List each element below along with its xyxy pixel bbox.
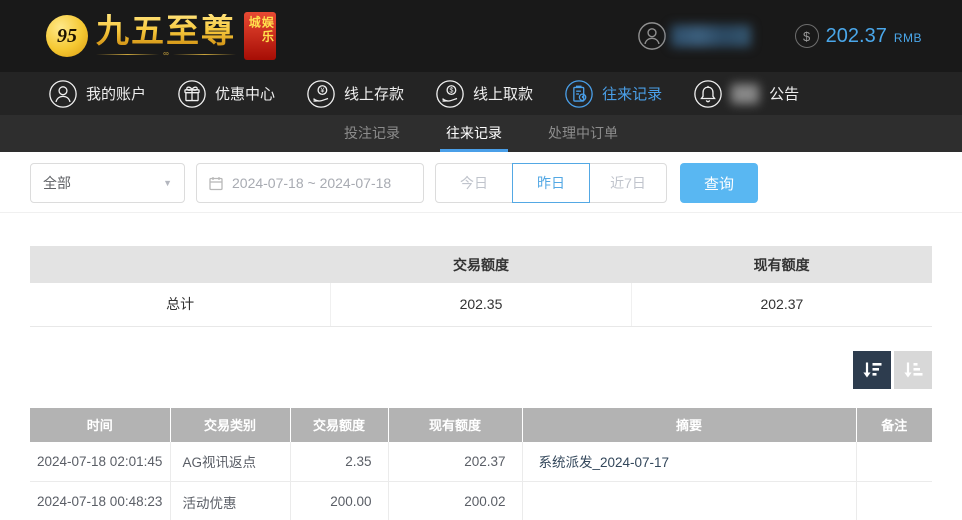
summary-total-row: 总计 202.35 202.37 xyxy=(30,283,932,327)
user-icon xyxy=(49,79,77,108)
nav-item-promotions[interactable]: 优惠中心 xyxy=(177,79,275,109)
records-header-note: 备注 xyxy=(856,407,932,442)
header-right: $ 202.37 RMB xyxy=(637,21,922,51)
user-account[interactable] xyxy=(637,21,751,51)
records-header-amount: 交易额度 xyxy=(290,407,389,442)
nav-label: 往来记录 xyxy=(602,86,663,103)
nav-label: 线上取款 xyxy=(473,86,534,103)
content: 全部 ▼ 2024-07-18 ~ 2024-07-18 今日 昨日 近7日 查… xyxy=(0,152,962,520)
table-row: 2024-07-18 02:01:45 AG视讯返点 2.35 202.37 系… xyxy=(30,441,932,482)
record-summary xyxy=(522,481,857,520)
records-header-type: 交易类别 xyxy=(170,407,291,442)
username-redacted xyxy=(670,25,751,47)
record-amount: 2.35 xyxy=(290,441,389,482)
sort-controls xyxy=(30,350,932,389)
record-summary: 系统派发_2024-07-17 xyxy=(522,441,857,482)
record-balance: 202.37 xyxy=(388,441,523,482)
logo-monogram-icon: 95 xyxy=(46,15,88,57)
withdraw-icon: $ xyxy=(436,79,464,108)
today-button[interactable]: 今日 xyxy=(435,163,513,203)
summary-current-amount: 202.37 xyxy=(631,283,932,327)
summary-header-row: 交易额度 现有额度 xyxy=(30,246,932,283)
query-button[interactable]: 查询 xyxy=(680,163,758,203)
nav-item-withdraw[interactable]: $ 线上取款 xyxy=(435,79,533,109)
sort-descending-button[interactable] xyxy=(853,350,891,389)
record-note xyxy=(856,441,932,482)
logo-flourish: ∞ xyxy=(96,50,237,58)
gift-icon xyxy=(178,79,206,108)
logo-monogram: 95 xyxy=(57,24,77,47)
summary-header-current-amount: 现有额度 xyxy=(631,246,932,283)
nav-label: 我的账户 xyxy=(86,86,147,103)
nav-label: 线上存款 xyxy=(344,86,405,103)
chevron-down-icon: ▼ xyxy=(163,178,172,188)
yesterday-button[interactable]: 昨日 xyxy=(512,163,590,203)
announcement-redacted xyxy=(731,83,760,104)
logo-badge: 娱乐城 xyxy=(244,12,277,60)
svg-text:$: $ xyxy=(450,87,454,94)
type-select-value: 全部 xyxy=(43,175,71,191)
sort-ascending-button[interactable] xyxy=(894,350,932,389)
dollar-icon: $ xyxy=(794,24,819,48)
tab-betting-records[interactable]: 投注记录 xyxy=(338,115,406,152)
svg-text:¥: ¥ xyxy=(320,87,324,94)
deposit-icon: ¥ xyxy=(307,79,335,108)
nav-label: 公告 xyxy=(769,86,800,103)
sort-descending-icon xyxy=(863,362,882,377)
summary-header-transaction-amount: 交易额度 xyxy=(330,246,632,283)
records-header-row: 时间 交易类别 交易额度 现有额度 摘要 备注 xyxy=(30,407,932,442)
summary-transaction-amount: 202.35 xyxy=(330,283,632,327)
summary-total-label: 总计 xyxy=(30,283,332,327)
records-table: 时间 交易类别 交易额度 现有额度 摘要 备注 2024-07-18 02:01… xyxy=(30,407,932,520)
tab-transaction-records[interactable]: 往来记录 xyxy=(440,115,508,152)
date-range-value: 2024-07-18 ~ 2024-07-18 xyxy=(232,175,392,191)
type-select[interactable]: 全部 ▼ xyxy=(30,163,185,203)
record-time: 2024-07-18 00:48:23 xyxy=(30,481,171,520)
nav-item-my-account[interactable]: 我的账户 xyxy=(48,79,146,109)
balance-amount: 202.37 xyxy=(825,24,887,47)
balance-currency: RMB xyxy=(893,31,922,45)
date-range-input[interactable]: 2024-07-18 ~ 2024-07-18 xyxy=(196,163,424,203)
record-tabs: 投注记录 往来记录 处理中订单 xyxy=(0,115,962,152)
record-type: AG视讯返点 xyxy=(170,441,291,482)
logo-text: 九五至尊 ∞ xyxy=(96,12,237,58)
filter-bar: 全部 ▼ 2024-07-18 ~ 2024-07-18 今日 昨日 近7日 查… xyxy=(0,163,962,213)
records-header-balance: 现有额度 xyxy=(388,407,523,442)
nav-item-transactions[interactable]: 往来记录 xyxy=(564,79,662,109)
nav-item-deposit[interactable]: ¥ 线上存款 xyxy=(306,79,404,109)
records-header-time: 时间 xyxy=(30,407,171,442)
nav-label: 优惠中心 xyxy=(215,86,276,103)
tab-processing-orders[interactable]: 处理中订单 xyxy=(542,115,624,152)
summary-table: 交易额度 现有额度 总计 202.35 202.37 xyxy=(30,246,932,327)
nav-item-announcements[interactable]: 公告 xyxy=(693,79,799,109)
records-header-summary: 摘要 xyxy=(522,407,857,442)
balance-display[interactable]: $ 202.37 RMB xyxy=(794,24,922,48)
main-nav: 我的账户 优惠中心 ¥ 线上存款 $ 线上取款 往来记录 公告 xyxy=(0,72,962,115)
sort-ascending-icon xyxy=(904,362,923,377)
top-header: 95 九五至尊 ∞ 娱乐城 $ 202.37 RMB xyxy=(0,0,962,72)
record-note xyxy=(856,481,932,520)
calendar-icon xyxy=(209,177,223,191)
records-icon xyxy=(565,79,593,108)
record-balance: 200.02 xyxy=(388,481,523,520)
logo-title: 九五至尊 xyxy=(96,12,236,49)
record-type: 活动优惠 xyxy=(170,481,291,520)
summary-header-blank xyxy=(30,246,331,283)
record-time: 2024-07-18 02:01:45 xyxy=(30,441,171,482)
record-amount: 200.00 xyxy=(290,481,389,520)
user-avatar-icon xyxy=(637,22,666,50)
last-7-days-button[interactable]: 近7日 xyxy=(589,163,667,203)
table-row: 2024-07-18 00:48:23 活动优惠 200.00 200.02 xyxy=(30,481,932,520)
site-logo[interactable]: 95 九五至尊 ∞ 娱乐城 xyxy=(46,12,277,60)
quick-date-group: 今日 昨日 近7日 xyxy=(435,163,667,203)
bell-icon xyxy=(694,79,722,108)
